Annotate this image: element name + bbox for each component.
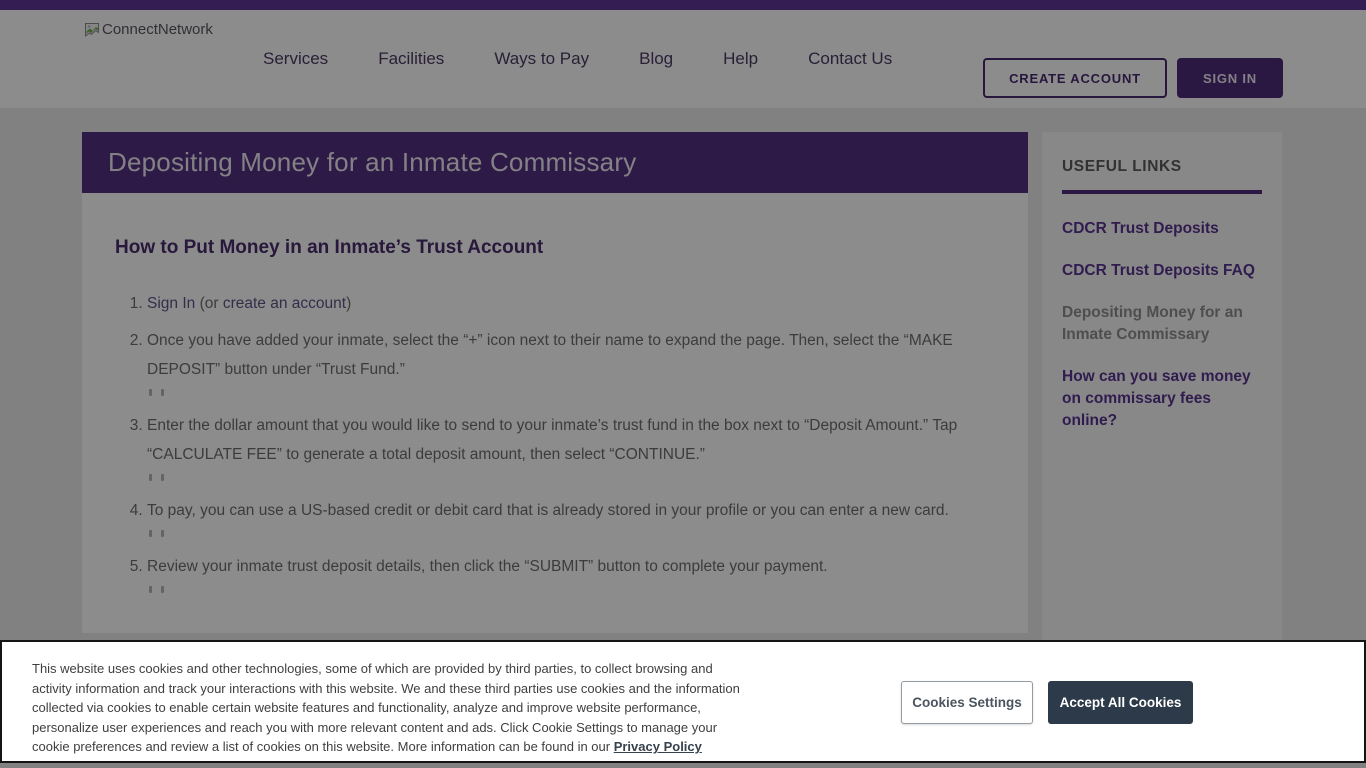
cookie-consent-banner: This website uses cookies and other tech… [0, 640, 1366, 763]
accept-all-cookies-button[interactable]: Accept All Cookies [1048, 681, 1193, 724]
privacy-policy-link[interactable]: Privacy Policy [614, 739, 702, 754]
cookie-message: This website uses cookies and other tech… [32, 659, 748, 757]
page: ConnectNetwork Services Facilities Ways … [0, 0, 1366, 768]
cookies-settings-button[interactable]: Cookies Settings [901, 681, 1033, 724]
